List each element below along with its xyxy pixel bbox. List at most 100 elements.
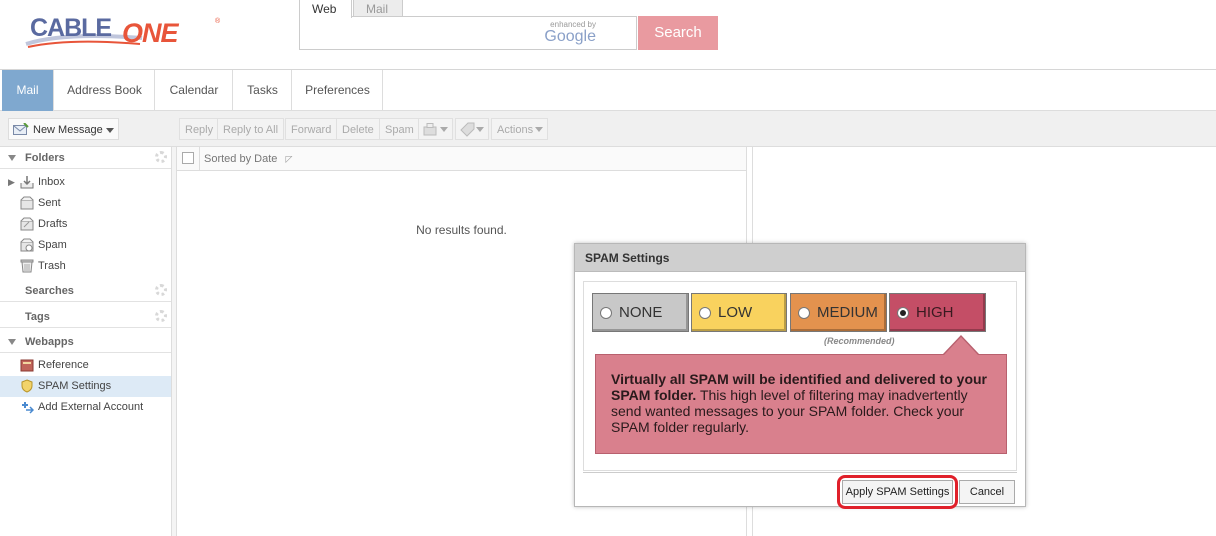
spam-button[interactable]: Spam (379, 118, 420, 140)
cancel-button[interactable]: Cancel (959, 480, 1015, 504)
logo-text-cable: CABLE (30, 14, 112, 42)
search-tab-mail[interactable]: Mail (353, 0, 403, 17)
drafts-folder-icon (20, 217, 34, 231)
app-tab-bar: Mail Address Book Calendar Tasks Prefere… (0, 70, 1216, 111)
spam-level-low[interactable]: LOW (691, 293, 787, 332)
radio-none[interactable] (600, 307, 612, 319)
level-label: LOW (718, 304, 753, 321)
sidebar-item-label: Trash (38, 260, 66, 272)
reply-all-button[interactable]: Reply to All (217, 118, 285, 140)
tag-icon (460, 122, 475, 137)
sidebar-item-trash[interactable]: Trash (0, 256, 171, 277)
sidebar-item-label: Spam (38, 239, 67, 251)
gear-icon[interactable] (155, 151, 167, 163)
reply-button[interactable]: Reply (179, 118, 220, 140)
sort-label: Sorted by Date (204, 153, 278, 165)
spam-level-panel: NONE LOW MEDIUM HIGH (Recommended) Virtu… (583, 281, 1017, 471)
cableone-logo[interactable]: CABLE ONE ® (24, 10, 224, 50)
gear-icon[interactable] (155, 310, 167, 322)
searches-header-label: Searches (25, 285, 74, 297)
tab-address-book[interactable]: Address Book (55, 70, 155, 111)
search-input[interactable]: enhanced by Google (299, 16, 637, 50)
tab-preferences[interactable]: Preferences (293, 70, 383, 111)
expand-arrow-icon[interactable]: ▶ (8, 172, 15, 193)
sidebar-item-label: Add External Account (38, 401, 144, 413)
new-message-button[interactable]: New Message (8, 118, 119, 140)
sidebar-item-reference[interactable]: Reference (0, 355, 171, 376)
inbox-icon (20, 176, 34, 189)
sort-arrow-icon: ◸ (285, 154, 293, 164)
description-pointer-fill (944, 337, 978, 355)
gear-icon[interactable] (155, 284, 167, 296)
chevron-down-icon (440, 127, 448, 132)
sidebar-item-inbox[interactable]: ▶ Inbox (0, 172, 171, 193)
chevron-down-icon (476, 127, 484, 132)
sidebar-item-label: Reference (38, 359, 89, 371)
highlight-annotation (837, 475, 958, 509)
searches-header[interactable]: Searches (0, 280, 171, 302)
tag-button[interactable] (455, 118, 489, 140)
message-list-header: Sorted by Date ◸ (177, 147, 746, 171)
spam-folder-icon (20, 238, 34, 252)
sidebar-item-spam[interactable]: Spam (0, 235, 171, 256)
level-label: NONE (619, 304, 663, 321)
logo-trademark: ® (215, 18, 221, 25)
header: CABLE ONE ® Web Mail enhanced by Google … (0, 0, 1216, 70)
level-label: HIGH (916, 304, 954, 321)
forward-button[interactable]: Forward (285, 118, 338, 140)
delete-button[interactable]: Delete (336, 118, 380, 140)
actions-button[interactable]: Actions (491, 118, 548, 140)
search-button[interactable]: Search (638, 16, 718, 50)
radio-high[interactable] (897, 307, 909, 319)
dialog-divider (583, 472, 1017, 473)
folder-move-icon (423, 123, 437, 136)
tab-mail[interactable]: Mail (2, 70, 54, 111)
empty-list-message: No results found. (416, 223, 507, 237)
google-logo: Google (544, 28, 596, 45)
spam-level-high[interactable]: HIGH (889, 293, 986, 332)
select-all-checkbox[interactable] (182, 152, 194, 164)
collapse-triangle-icon[interactable] (8, 155, 16, 161)
sent-folder-icon (20, 196, 34, 210)
webapps-header[interactable]: Webapps (0, 331, 171, 353)
sidebar-item-drafts[interactable]: Drafts (0, 214, 171, 235)
radio-medium[interactable] (798, 307, 810, 319)
tab-tasks[interactable]: Tasks (234, 70, 292, 111)
radio-low[interactable] (699, 307, 711, 319)
spam-level-description: Virtually all SPAM will be identified an… (595, 354, 1007, 454)
sidebar-item-label: Sent (38, 197, 61, 209)
shield-icon (21, 379, 33, 393)
sidebar: Folders ▶ Inbox Sent Drafts Spam Trash S… (0, 147, 172, 536)
tags-header[interactable]: Tags (0, 306, 171, 328)
spam-settings-dialog: SPAM Settings NONE LOW MEDIUM HIGH (Reco… (574, 243, 1026, 509)
sidebar-item-add-external-account[interactable]: Add External Account (0, 397, 171, 418)
sidebar-item-label: Inbox (38, 176, 65, 188)
spam-level-medium[interactable]: MEDIUM (790, 293, 887, 332)
folders-header[interactable]: Folders (0, 147, 171, 169)
folders-header-label: Folders (25, 152, 65, 164)
webapps-header-label: Webapps (25, 336, 74, 348)
new-message-label: New Message (33, 124, 103, 136)
tab-calendar[interactable]: Calendar (156, 70, 233, 111)
chevron-down-icon[interactable] (106, 128, 114, 133)
mail-toolbar: New Message Reply Reply to All Forward D… (0, 111, 1216, 147)
sidebar-item-sent[interactable]: Sent (0, 193, 171, 214)
tags-header-label: Tags (25, 311, 50, 323)
spam-level-none[interactable]: NONE (592, 293, 689, 332)
add-account-icon (22, 402, 34, 414)
envelope-icon (13, 123, 29, 135)
collapse-triangle-icon[interactable] (8, 339, 16, 345)
move-button[interactable] (418, 118, 453, 140)
sidebar-item-label: SPAM Settings (38, 380, 112, 392)
sort-by-date-button[interactable]: Sorted by Date ◸ (199, 147, 292, 171)
search-tab-web[interactable]: Web (299, 0, 352, 18)
logo-text-one: ONE (122, 18, 179, 48)
chevron-down-icon (535, 127, 543, 132)
trash-icon (20, 259, 34, 273)
dialog-title: SPAM Settings (575, 244, 1025, 272)
actions-label: Actions (497, 124, 534, 136)
sidebar-item-label: Drafts (38, 218, 68, 230)
recommended-label: (Recommended) (824, 336, 895, 346)
reference-book-icon (20, 359, 34, 372)
sidebar-item-spam-settings[interactable]: SPAM Settings (0, 376, 171, 397)
